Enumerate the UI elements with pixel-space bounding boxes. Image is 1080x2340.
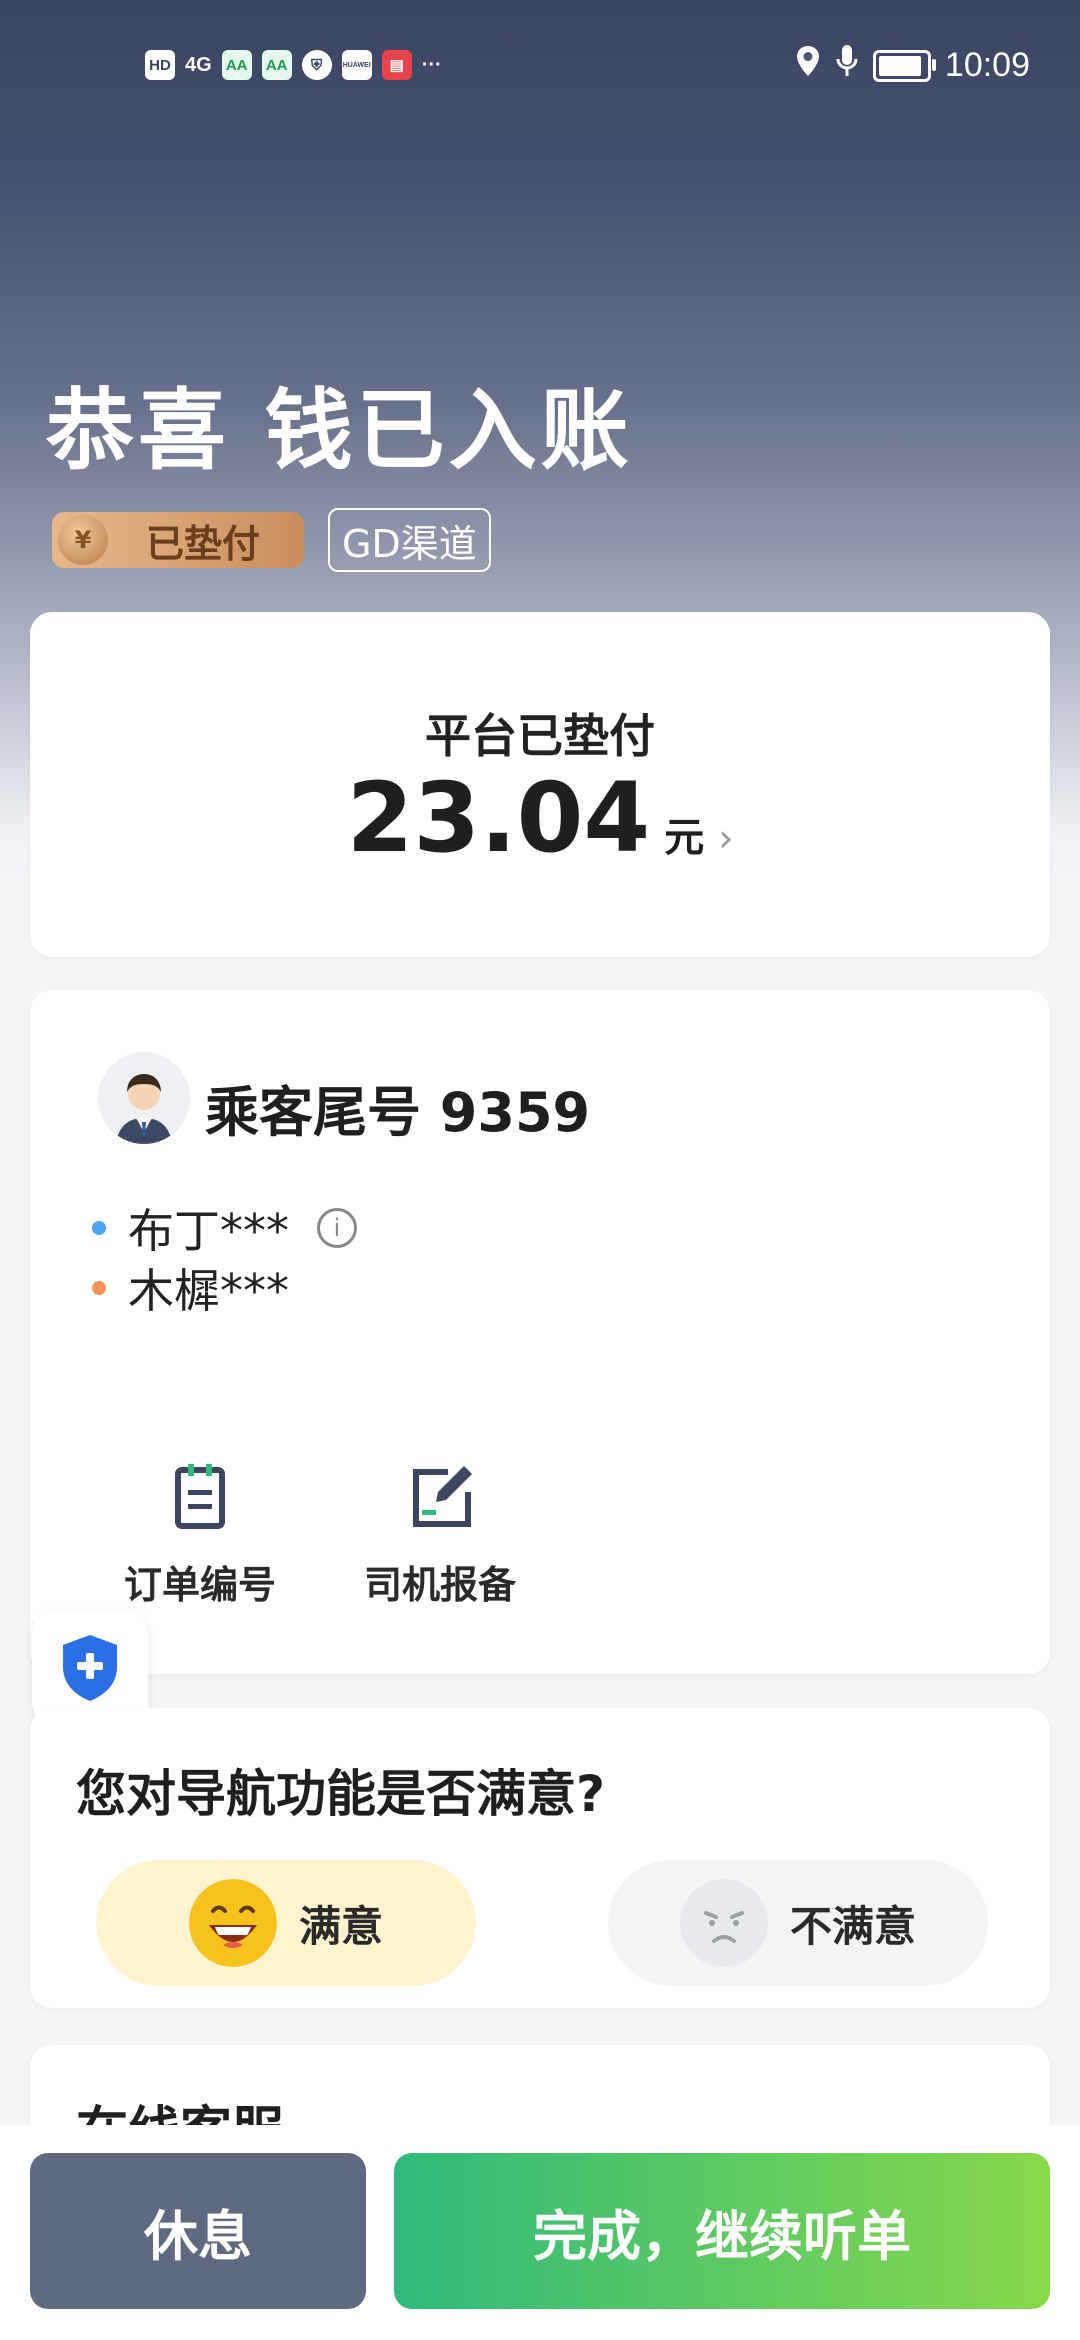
channel-badge: GD渠道	[328, 508, 491, 572]
status-time: 10:09	[944, 46, 1030, 84]
payment-amount: 23.04	[346, 762, 651, 874]
satisfied-button[interactable]: 满意	[96, 1860, 476, 1986]
rest-button[interactable]: 休息	[30, 2153, 366, 2309]
finish-continue-button[interactable]: 完成，继续听单	[394, 2153, 1050, 2309]
info-icon[interactable]: i	[317, 1208, 357, 1248]
driver-report-icon	[413, 1466, 472, 1527]
order-number-label: 订单编号	[123, 1563, 276, 1607]
bottom-action-bar: 休息 完成，继续听单	[0, 2125, 1080, 2340]
unsatisfied-label: 不满意	[789, 1901, 916, 1951]
satisfied-label: 满意	[298, 1901, 383, 1951]
happy-face-icon	[188, 1879, 277, 1967]
tag-dot	[92, 1221, 106, 1235]
hd-icon: HD	[145, 50, 175, 80]
passenger-tag-text: 布丁***	[128, 1204, 289, 1258]
battery-icon	[872, 49, 936, 82]
huawei-app-icon: HUAWEI	[341, 50, 372, 80]
passenger-tag: 木樨***	[92, 1255, 289, 1321]
driver-report-button[interactable]: 司机报备	[330, 1460, 550, 1609]
unhappy-face-icon	[679, 1879, 768, 1967]
avatar	[98, 1052, 190, 1144]
unsatisfied-button[interactable]: 不满意	[608, 1860, 988, 1986]
red-app-icon: ▤	[381, 50, 412, 80]
tag-dot	[92, 1281, 106, 1295]
payment-unit: 元	[664, 815, 705, 861]
shield-app-icon: ⛨	[301, 50, 332, 80]
passenger-tag: 布丁*** i	[92, 1195, 357, 1261]
payment-amount-row[interactable]: 23.04 元 ›	[30, 762, 1050, 874]
signal-4g-icon: 4G	[185, 53, 212, 76]
paid-badge: ¥ 已垫付	[52, 512, 304, 568]
mic-icon	[835, 44, 859, 87]
order-number-button[interactable]: 订单编号	[90, 1460, 310, 1609]
passenger-card: 乘客尾号 9359 布丁*** i 木樨*** 订单编号 司机报备	[30, 990, 1050, 1674]
location-icon	[795, 45, 821, 86]
survey-question: 您对导航功能是否满意?	[76, 1765, 606, 1823]
payment-title: 平台已垫付	[425, 709, 655, 763]
payment-card[interactable]: 平台已垫付 23.04 元 ›	[30, 612, 1050, 957]
more-dots-icon: ···	[421, 53, 442, 76]
chevron-right-icon[interactable]: ›	[718, 816, 733, 860]
app-aa-icon: AA	[221, 50, 252, 80]
passenger-title: 乘客尾号 9359	[205, 1081, 591, 1144]
paid-badge-label: 已垫付	[146, 521, 261, 566]
driver-report-label: 司机报备	[363, 1563, 516, 1607]
app-aa-icon: AA	[261, 50, 292, 80]
safety-shield-icon	[63, 1635, 117, 1701]
page-title: 恭喜 钱已入账	[46, 379, 633, 482]
survey-card: 您对导航功能是否满意? 满意 不满意	[30, 1708, 1050, 2008]
status-bar: HD 4G AA AA ⛨ HUAWEI ▤ ··· 10:09	[0, 30, 1080, 100]
order-number-icon	[175, 1464, 225, 1529]
passenger-tag-text: 木樨***	[128, 1264, 289, 1318]
coin-icon: ¥	[58, 515, 108, 565]
